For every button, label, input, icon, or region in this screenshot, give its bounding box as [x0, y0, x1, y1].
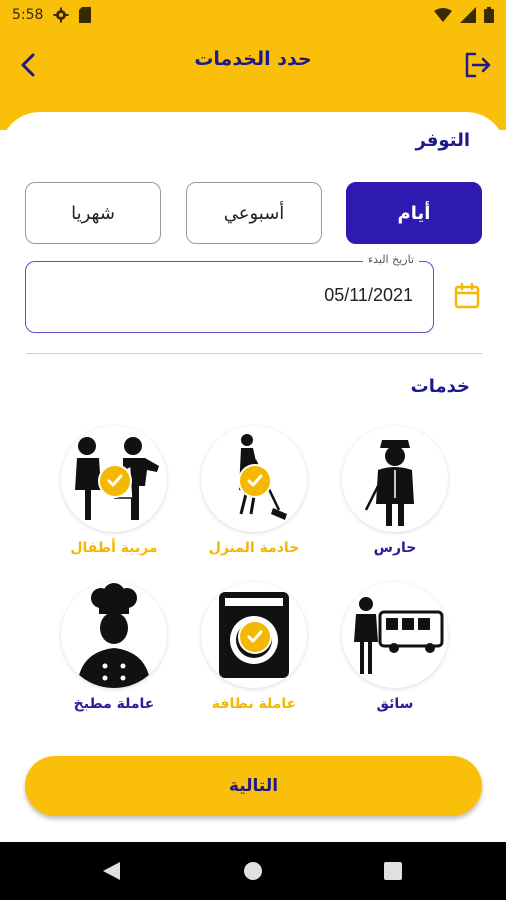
status-bar: 5:58 [0, 0, 506, 30]
service-cook-image [61, 582, 167, 688]
sd-card-icon [79, 7, 92, 23]
guard-icon [364, 440, 414, 526]
selected-check-icon [238, 620, 272, 654]
cook-icon [77, 583, 151, 688]
service-nanny-label: مربية أطفال [70, 540, 158, 556]
service-cook[interactable]: عاملة مطبخ [44, 582, 184, 732]
service-cleaner-label: عاملة نظافة [211, 696, 297, 712]
nav-back-icon[interactable] [100, 860, 122, 882]
service-housemaid-label: خادمة المنزل [208, 540, 300, 556]
selected-check-icon [238, 464, 272, 498]
driver-icon [354, 597, 444, 674]
start-date-label: تاريخ البدء [362, 253, 419, 266]
settings-icon [53, 7, 69, 23]
signal-icon [460, 7, 476, 23]
next-button[interactable]: التالية [25, 756, 482, 816]
nav-recents-icon[interactable] [383, 861, 403, 881]
navigation-bar [0, 842, 506, 900]
period-days-button[interactable]: أيام [346, 182, 482, 244]
service-guard[interactable]: حارس [325, 426, 465, 576]
period-weekly-button[interactable]: أسبوعي [186, 182, 322, 244]
service-driver-image [342, 582, 448, 688]
divider [26, 353, 482, 354]
service-nanny[interactable]: مربية أطفال [44, 426, 184, 576]
service-driver-label: سائق [376, 696, 414, 712]
service-housemaid[interactable]: خادمة المنزل [184, 426, 324, 576]
availability-title: التوفر [415, 130, 470, 151]
service-cleaner[interactable]: عاملة نظافة [184, 582, 324, 732]
calendar-icon[interactable] [452, 281, 482, 311]
page-title: حدد الخدمات [194, 48, 312, 70]
selected-check-icon [98, 464, 132, 498]
logout-icon[interactable] [462, 50, 492, 80]
battery-icon [484, 7, 494, 23]
wifi-icon [434, 8, 452, 22]
start-date-field[interactable]: تاريخ البدء 05/11/2021 [25, 253, 434, 333]
service-guard-label: حارس [373, 540, 417, 556]
content-card: التوفر أيام أسبوعي شهريا تاريخ البدء 05/… [0, 112, 506, 842]
start-date-value: 05/11/2021 [324, 285, 413, 305]
services-title: خدمات [410, 376, 470, 397]
status-time: 5:58 [12, 7, 44, 23]
service-guard-image [342, 426, 448, 532]
service-cook-label: عاملة مطبخ [73, 696, 155, 712]
period-monthly-button[interactable]: شهريا [25, 182, 161, 244]
nav-home-icon[interactable] [242, 860, 264, 882]
service-driver[interactable]: سائق [325, 582, 465, 732]
